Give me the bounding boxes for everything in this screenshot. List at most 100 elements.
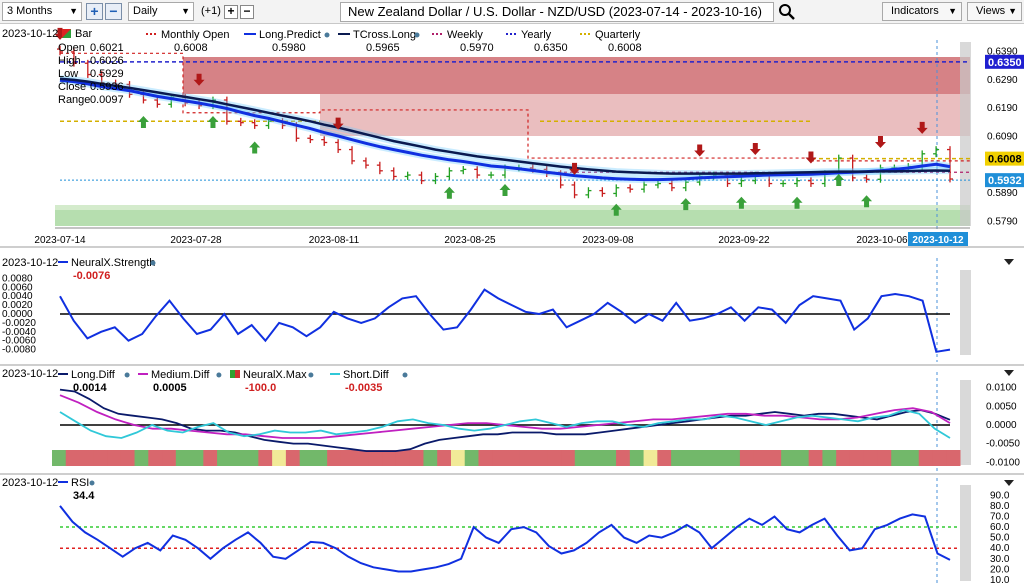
neuralx-max-cell [877, 450, 892, 466]
x-tick-label: 2023-09-22 [718, 235, 770, 246]
diff-date: 2023-10-12 [2, 368, 58, 380]
main-panel [0, 25, 1024, 248]
neuralx-value: -0.0076 [73, 270, 110, 282]
y-tick-label: 0.6190 [987, 103, 1018, 114]
neuralx-y-axis: 0.00800.00600.00400.00200.0000-0.0020-0.… [2, 273, 36, 355]
neuralx-max-cell [79, 450, 94, 466]
rsi-y-tick: 80.0 [990, 501, 1010, 512]
neuralx-max-cell [561, 450, 576, 466]
neuralx-max-cell [657, 450, 672, 466]
neuralx-max-cell [946, 450, 961, 466]
neuralx-max-cell [423, 450, 438, 466]
price-tag-text: 0.6350 [988, 57, 1022, 69]
ohlc-value-high: 0.6026 [90, 55, 124, 67]
settings-dot-icon[interactable] [89, 480, 95, 486]
neuralx-max-cell [175, 450, 191, 466]
legend-value-yearly: 0.6350 [534, 42, 568, 54]
legend-name-long-predict: Long.Predict [259, 29, 321, 41]
diff-future-shade [960, 380, 971, 465]
legend-value-weekly: 0.5970 [460, 42, 494, 54]
collapse-icon[interactable] [1004, 259, 1014, 265]
main-labels: 2023-10-12 Bar [2, 28, 92, 40]
neuralx-y-tick: -0.0080 [2, 345, 36, 356]
settings-dot-icon [402, 372, 408, 378]
neuralx-max-cell [340, 450, 356, 466]
current-date-tag-text: 2023-10-12 [912, 235, 964, 246]
rsi-y-tick: 40.0 [990, 543, 1010, 554]
rsi-date: 2023-10-12 [2, 477, 58, 489]
neuralx-max-cell [492, 450, 507, 466]
neuralx-max-cell [822, 450, 837, 466]
neuralx-max-cell [258, 450, 273, 466]
neuralx-max-swatch-red [235, 370, 240, 378]
collapse-icon[interactable] [1004, 480, 1014, 486]
y-tick-label: 0.6290 [987, 75, 1018, 86]
diff-legend-name: Long.Diff [71, 369, 116, 381]
settings-dot-icon [324, 32, 330, 38]
neuralx-max-cell [299, 450, 314, 466]
neuralx-max-cell [313, 450, 328, 466]
diff-legend: Long.Diff0.0014 Medium.Diff0.0005 NeuralX.… [58, 369, 408, 394]
legend-name-monthly-open: Monthly Open [161, 29, 229, 41]
neuralx-max-cell [162, 450, 177, 466]
settings-dot-icon[interactable] [150, 260, 156, 266]
chart-canvas[interactable]: 2023-10-12 Bar Open 0.6021 High 0.6026 Low 0.… [0, 0, 1024, 586]
neuralx-max-swatch-green [230, 370, 235, 378]
neuralx-max-cell [409, 450, 424, 466]
ohlc-label-low: Low [58, 68, 78, 80]
y-tick-label: 0.6090 [987, 131, 1018, 142]
neuralx-plot [59, 288, 951, 353]
x-tick-label: 2023-08-25 [444, 235, 496, 246]
neuralx-max-cell [712, 450, 727, 466]
neuralx-max-cell [684, 450, 700, 466]
y-tick-label: 0.5890 [987, 188, 1018, 199]
neuralx-legend-name: NeuralX.Strength [71, 257, 155, 269]
rsi-plot [59, 505, 960, 573]
ohlc-value-close: 0.5936 [90, 81, 124, 93]
neuralx-max-cell [533, 450, 548, 466]
neuralx-max-cell [107, 450, 122, 466]
rsi-future-shade [960, 485, 971, 581]
x-tick-label: 2023-10-06 [856, 235, 908, 246]
x-tick-label: 2023-07-28 [170, 235, 222, 246]
neuralx-max-cell [354, 450, 369, 466]
support-zone [55, 210, 970, 226]
neuralx-date: 2023-10-12 [2, 257, 58, 269]
diff-y-tick: 0.0050 [986, 401, 1017, 412]
neuralx-max-cell [65, 450, 81, 466]
rsi-y-tick: 20.0 [990, 564, 1010, 575]
x-tick-label: 2023-08-11 [309, 235, 360, 246]
neuralx-max-cell [120, 450, 136, 466]
rsi-y-tick: 10.0 [990, 575, 1010, 586]
neuralx-max-cell [753, 450, 768, 466]
rsi-y-tick: 70.0 [990, 511, 1010, 522]
rsi-value: 34.4 [73, 490, 95, 502]
neuralx-max-cell [547, 450, 562, 466]
neuralx-max-cell [863, 450, 878, 466]
ohlc-value-low: 0.5929 [90, 68, 124, 80]
x-tick-label: 2023-09-08 [582, 235, 634, 246]
rsi-y-tick: 30.0 [990, 554, 1010, 565]
neuralx-max-cell [217, 450, 232, 466]
diff-legend-value: -100.0 [245, 382, 276, 394]
neuralx-max-cell [794, 450, 810, 466]
neuralx-max-cell [643, 450, 658, 466]
neuralx-future-shade [960, 270, 971, 355]
price-tag-text: 0.5932 [988, 175, 1022, 187]
neuralx-max-cell [918, 450, 933, 466]
ohlc-value-range: 0.0097 [90, 94, 124, 106]
neuralx-max-cell [808, 450, 823, 466]
neuralx-max-cell [478, 450, 493, 466]
future-shade [960, 42, 971, 226]
collapse-icon[interactable] [1004, 370, 1014, 376]
neuralx-max-cell [450, 450, 466, 466]
price-tag-text: 0.6008 [988, 154, 1022, 166]
rsi-y-tick: 90.0 [990, 490, 1010, 501]
diff-y-axis: 0.0100 0.0050 0.0000 -0.0050 -0.0100 [986, 383, 1020, 469]
neuralx-max-cell [189, 450, 204, 466]
neuralx-max-cell [230, 450, 246, 466]
ohlc-readout: Open 0.6021 High 0.6026 Low 0.5929 Close 0.5936… [58, 42, 124, 106]
neuralx-max-cell [134, 450, 149, 466]
diff-y-tick: -0.0100 [986, 457, 1020, 468]
neuralx-max-cell [93, 450, 108, 466]
